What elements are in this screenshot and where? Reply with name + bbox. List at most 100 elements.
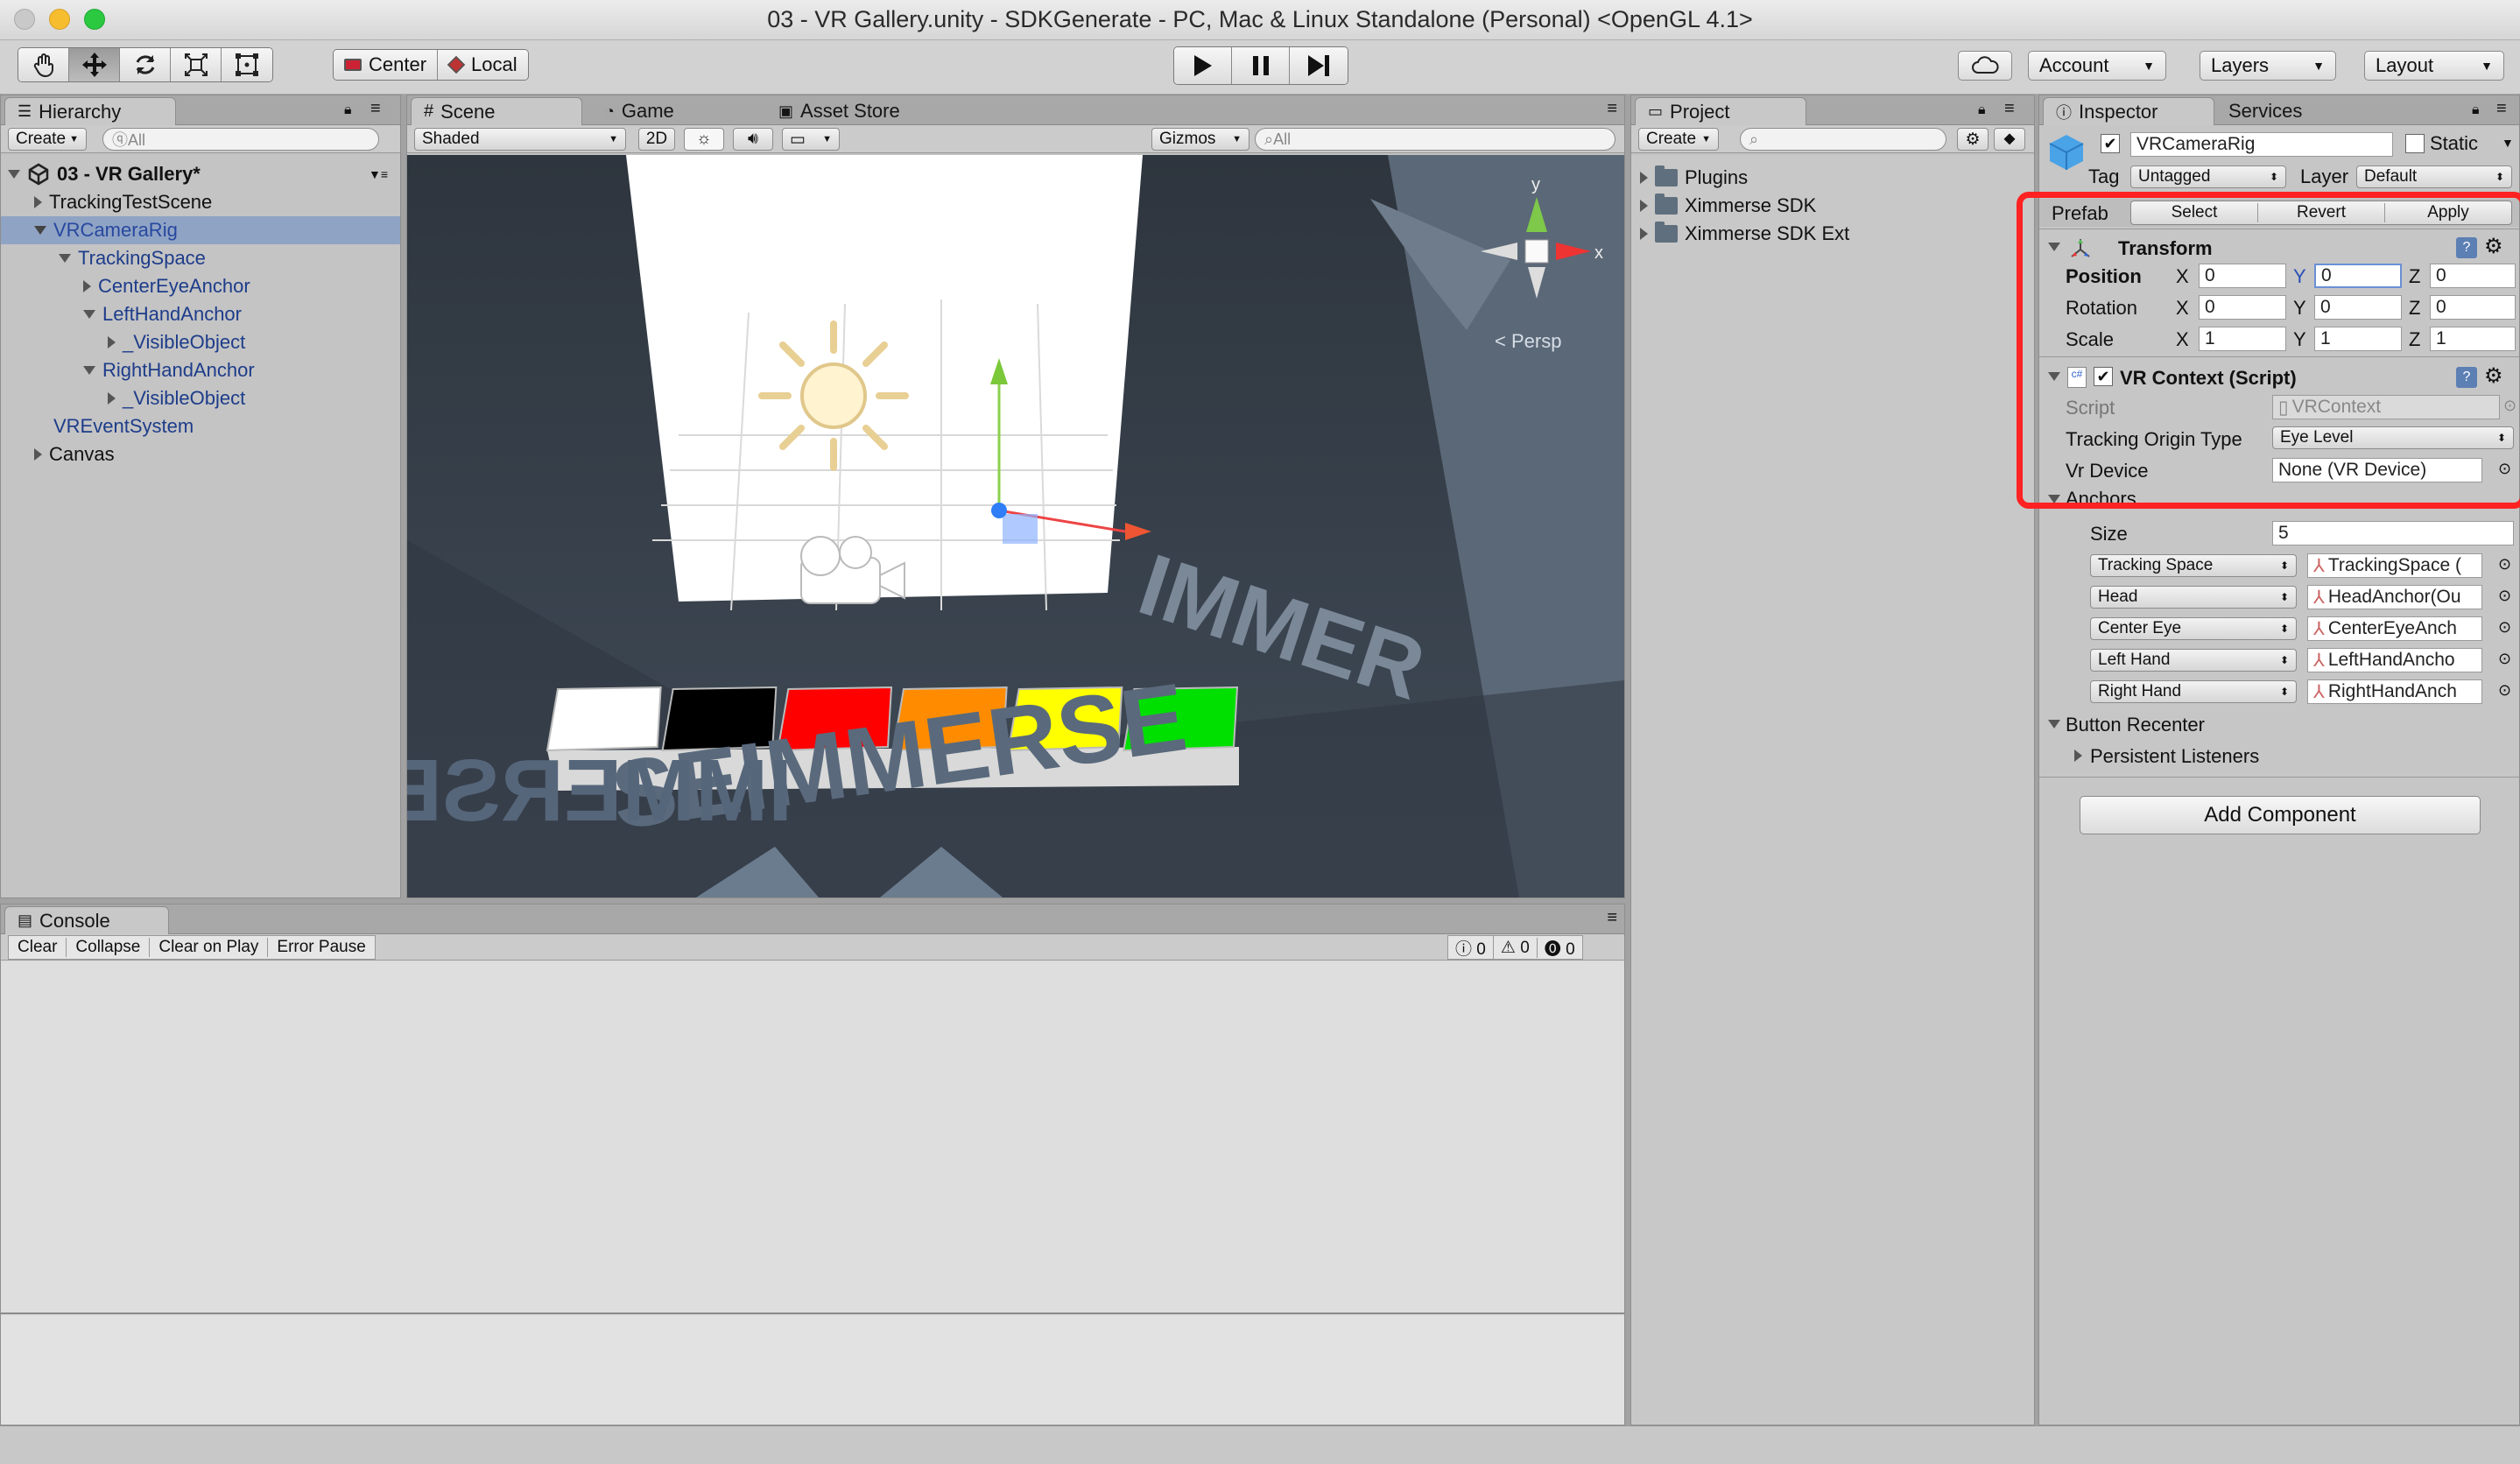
active-checkbox[interactable]: ✔ (2101, 134, 2120, 153)
static-dropdown-arrow-icon[interactable]: ▼ (2502, 136, 2514, 150)
effects-dropdown[interactable]: ▭ ▼ (782, 128, 840, 151)
folder-plugins[interactable]: Plugins (1631, 164, 2034, 192)
menu-icon[interactable]: ≡ (2004, 99, 2015, 119)
expand-icon[interactable] (1640, 228, 1648, 240)
gear-icon[interactable]: ⚙ (2484, 234, 2503, 259)
expand-icon[interactable] (34, 448, 42, 461)
expand-icon[interactable] (83, 280, 91, 292)
anchor-ref-field[interactable]: ⅄ LeftHandAncho (2307, 648, 2482, 672)
play-button[interactable] (1174, 47, 1232, 84)
tree-item-vrcamerarig[interactable]: VRCameraRig (1, 216, 400, 244)
tab-inspector[interactable]: ⓘ Inspector (2043, 97, 2214, 125)
scene-root[interactable]: 03 - VR Gallery* ▼≡ (1, 160, 400, 188)
expand-icon[interactable] (1640, 200, 1648, 212)
position-x-field[interactable]: 0 (2199, 264, 2286, 288)
tree-item-lefthandanchor[interactable]: LeftHandAnchor (1, 300, 400, 328)
scene-menu-icon[interactable]: ▼≡ (369, 167, 388, 181)
tab-scene[interactable]: # Scene (411, 97, 582, 125)
hand-tool-button[interactable] (18, 48, 69, 81)
tree-item-canvas[interactable]: Canvas (1, 440, 400, 468)
hierarchy-create-dropdown[interactable]: Create ▼ (8, 128, 87, 151)
menu-icon[interactable]: ≡ (370, 99, 381, 119)
collapse-icon[interactable] (2048, 720, 2060, 728)
console-collapse-button[interactable]: Collapse (67, 938, 151, 957)
persp-label[interactable]: < Persp (1495, 330, 1561, 352)
anchor-type-dropdown[interactable]: Tracking Space ⬍ (2090, 554, 2297, 577)
tracking-origin-dropdown[interactable]: Eye Level ⬍ (2272, 426, 2514, 449)
expand-icon[interactable] (8, 170, 20, 179)
button-recenter-foldout[interactable]: Button Recenter (2039, 710, 2519, 738)
scene-search-input[interactable]: ⌕ All (1255, 128, 1615, 151)
audio-toggle[interactable]: 🔊︎ (733, 128, 773, 151)
expand-icon[interactable] (1640, 172, 1648, 184)
console-detail-area[interactable] (1, 1316, 1624, 1425)
filter-type-button[interactable]: ⚙ (1957, 128, 1989, 151)
gear-icon[interactable]: ⚙ (2484, 363, 2503, 389)
static-checkbox[interactable] (2405, 134, 2425, 153)
step-button[interactable] (1290, 47, 1348, 84)
expand-icon[interactable] (34, 196, 42, 208)
tree-item-visibleobject-right[interactable]: _VisibleObject (1, 384, 400, 412)
pivot-local-button[interactable]: Local (438, 50, 528, 80)
rotate-tool-button[interactable] (120, 48, 171, 81)
menu-icon[interactable]: ≡ (1607, 908, 1617, 928)
vr-device-field[interactable]: None (VR Device) (2272, 458, 2482, 482)
object-picker-icon[interactable]: ⊙ (2498, 587, 2511, 605)
expand-icon[interactable] (108, 336, 116, 348)
folder-ximmerse-sdk-ext[interactable]: Ximmerse SDK Ext (1631, 220, 2034, 248)
anchor-ref-field[interactable]: ⅄ CenterEyeAnch (2307, 616, 2482, 641)
tree-item-visibleobject-left[interactable]: _VisibleObject (1, 328, 400, 356)
gizmos-dropdown[interactable]: Gizmos ▼ (1151, 128, 1249, 151)
position-z-field[interactable]: 0 (2430, 264, 2516, 288)
error-filter-toggle[interactable]: ⓿ 0 (1538, 936, 1582, 960)
anchors-size-field[interactable]: 5 (2272, 521, 2514, 545)
object-picker-icon[interactable]: ⊙ (2498, 650, 2511, 668)
hierarchy-search-input[interactable]: ⓠAll (102, 128, 379, 151)
prefab-apply-button[interactable]: Apply (2385, 203, 2511, 222)
rotation-x-field[interactable]: 0 (2199, 295, 2286, 320)
menu-icon[interactable]: ≡ (1607, 99, 1617, 119)
expand-icon[interactable] (83, 366, 95, 375)
rotation-z-field[interactable]: 0 (2430, 295, 2516, 320)
tab-console[interactable]: ▤ Console (4, 906, 169, 934)
expand-icon[interactable] (34, 226, 46, 235)
filter-label-button[interactable]: ⬥ (1994, 128, 2025, 151)
expand-icon[interactable] (59, 254, 71, 263)
lock-icon[interactable]: 🔒︎ (344, 102, 352, 118)
book-icon[interactable]: ? (2456, 237, 2477, 258)
shading-dropdown[interactable]: Shaded ▼ (414, 128, 626, 151)
layer-dropdown[interactable]: Default ⬍ (2356, 165, 2512, 188)
tree-item-vreventsystem[interactable]: VREventSystem (1, 412, 400, 440)
pivot-center-button[interactable]: Center (334, 50, 439, 80)
tree-item-trackingtestscene[interactable]: TrackingTestScene (1, 188, 400, 216)
warning-filter-toggle[interactable]: ⚠ 0 (1494, 937, 1538, 958)
toggle-2d-button[interactable]: 2D (638, 128, 675, 151)
object-picker-icon[interactable]: ⊙ (2498, 460, 2511, 478)
collapse-icon[interactable] (2048, 243, 2060, 251)
anchors-foldout[interactable]: Anchors (2039, 488, 2519, 510)
rect-tool-button[interactable] (222, 48, 272, 81)
console-clear-button[interactable]: Clear (9, 938, 67, 957)
expand-icon[interactable] (108, 392, 116, 405)
scale-x-field[interactable]: 1 (2199, 327, 2286, 351)
book-icon[interactable]: ? (2456, 367, 2477, 388)
expand-icon[interactable] (2074, 750, 2082, 762)
scale-z-field[interactable]: 1 (2430, 327, 2516, 351)
console-error-pause-button[interactable]: Error Pause (268, 938, 374, 957)
tab-asset-store[interactable]: ▣ Asset Store (766, 97, 912, 125)
menu-icon[interactable]: ≡ (2496, 99, 2507, 119)
vr-context-header[interactable]: c# ✔ VR Context (Script) ? ⚙ (2039, 362, 2519, 391)
rotation-y-field[interactable]: 0 (2314, 295, 2402, 320)
scale-y-field[interactable]: 1 (2314, 327, 2402, 351)
anchor-ref-field[interactable]: ⅄ RightHandAnch (2307, 679, 2482, 704)
expand-icon[interactable] (83, 310, 95, 319)
scale-tool-button[interactable] (171, 48, 222, 81)
object-picker-icon[interactable]: ⊙ (2498, 618, 2511, 637)
add-component-button[interactable]: Add Component (2080, 796, 2481, 834)
position-y-field[interactable]: 0 (2314, 264, 2402, 288)
info-filter-toggle[interactable]: ⓘ 0 (1448, 935, 1494, 960)
tree-item-righthandanchor[interactable]: RightHandAnchor (1, 356, 400, 384)
layout-dropdown[interactable]: Layout ▼ (2364, 51, 2504, 81)
tree-item-centereyeanchor[interactable]: CenterEyeAnchor (1, 272, 400, 300)
layers-dropdown[interactable]: Layers ▼ (2200, 51, 2336, 81)
